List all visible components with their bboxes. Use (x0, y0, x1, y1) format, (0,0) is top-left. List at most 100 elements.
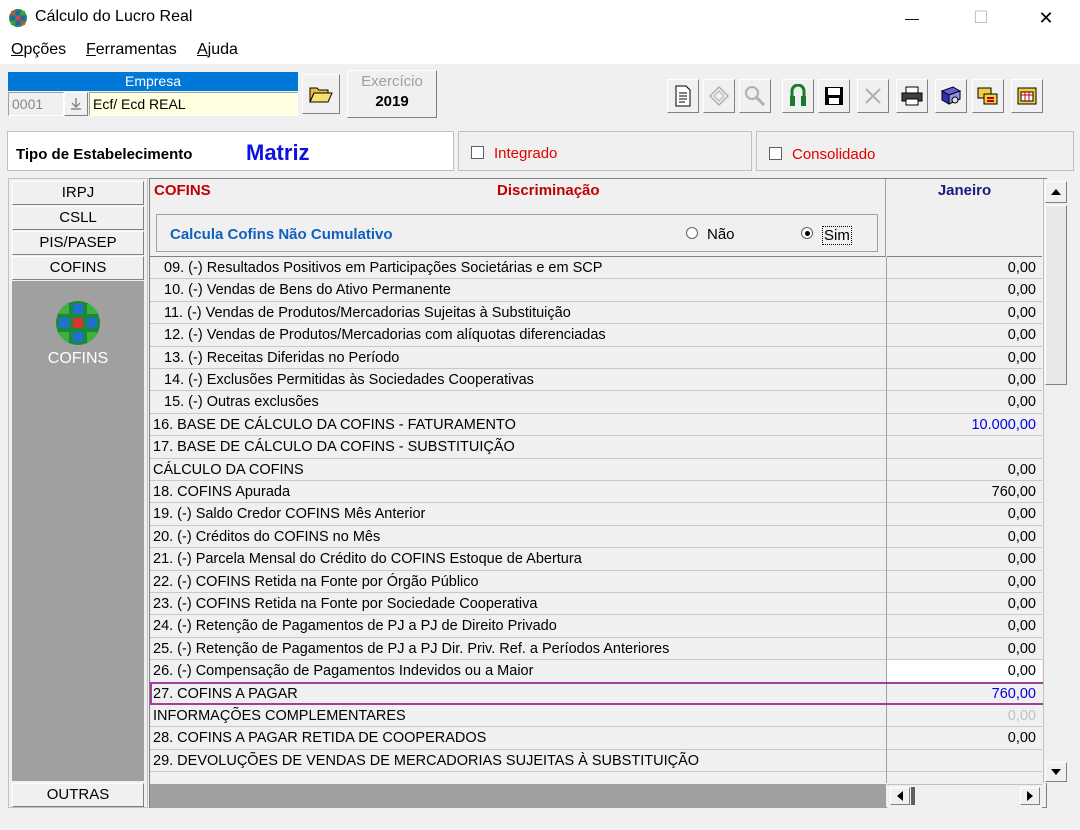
consolidado-label: Consolidado (792, 146, 876, 163)
grid-row-label: CÁLCULO DA COFINS (150, 458, 886, 481)
scroll-up-button[interactable] (1045, 181, 1067, 203)
scroll-left-button[interactable] (890, 787, 910, 805)
search-button[interactable] (739, 79, 771, 113)
grid-row-label: 17. BASE DE CÁLCULO DA COFINS - SUBSTITU… (150, 436, 886, 459)
export-button[interactable] (972, 79, 1004, 113)
empresa-dropdown-button[interactable] (64, 92, 88, 116)
open-empresa-button[interactable] (302, 74, 340, 114)
grid-row-value[interactable]: 0,00 (887, 660, 1042, 683)
grid-row-label: 22. (-) COFINS Retida na Fonte por Órgão… (150, 570, 886, 593)
grid-row-value[interactable]: 0,00 (887, 391, 1042, 414)
grid-row-value[interactable] (887, 436, 1042, 459)
grid-row-value[interactable]: 760,00 (887, 481, 1042, 504)
grid-row-label: 21. (-) Parcela Mensal do Crédito do COF… (150, 548, 886, 571)
new-document-button[interactable] (667, 79, 699, 113)
help-book-icon (940, 86, 962, 105)
folders-icon (977, 87, 998, 105)
estabelecimento-value: Matriz (246, 140, 310, 165)
padlock-icon (790, 84, 806, 106)
grid-row-value[interactable]: 0,00 (887, 279, 1042, 302)
grid-row-value[interactable]: 0,00 (887, 548, 1042, 571)
grid-row-label: 14. (-) Exclusões Permitidas às Sociedad… (150, 369, 886, 392)
tab-cofins[interactable]: COFINS (12, 256, 144, 280)
empresa-label: Empresa (8, 72, 298, 91)
menu-opcoes-label: pções (23, 41, 67, 58)
grid-row-value[interactable]: 10.000,00 (887, 413, 1042, 437)
grid-row-value[interactable]: 0,00 (887, 324, 1042, 347)
window-title: Cálculo do Lucro Real (35, 8, 193, 25)
radio-sim-dot (804, 230, 810, 236)
radio-sim[interactable] (801, 227, 813, 239)
calendar-button[interactable] (1011, 79, 1043, 113)
grid-row-value[interactable]: 0,00 (887, 727, 1042, 750)
grid-row-value[interactable]: 0,00 (887, 503, 1042, 526)
help-button[interactable] (935, 79, 967, 113)
hscroll-thumb[interactable] (911, 787, 915, 805)
maximize-button[interactable]: ☐ (958, 0, 1004, 36)
grid-row-value[interactable]: 0,00 (887, 570, 1042, 593)
calc-nao-cumulativo-label: Calcula Cofins Não Cumulativo (170, 226, 393, 243)
save-button[interactable] (818, 79, 850, 113)
arrow-left-icon (897, 791, 903, 801)
grid-row-value[interactable]: 0,00 (887, 301, 1042, 325)
grid-row-label: 09. (-) Resultados Positivos em Particip… (150, 257, 886, 280)
floppy-disk-icon (825, 87, 843, 105)
grid-row-label: INFORMAÇÕES COMPLEMENTARES (150, 705, 886, 728)
grid-row-value[interactable]: 0,00 (887, 369, 1042, 392)
document-icon (675, 85, 691, 107)
minimize-button[interactable]: — (889, 0, 935, 36)
grid-row-label: 12. (-) Vendas de Produtos/Mercadorias c… (150, 324, 886, 347)
menu-opcoes-hotkey: O (11, 41, 24, 58)
consolidado-checkbox[interactable] (769, 147, 782, 160)
grid-row-label: 13. (-) Receitas Diferidas no Período (150, 346, 886, 369)
scroll-down-button[interactable] (1045, 762, 1067, 782)
radio-nao[interactable] (686, 227, 698, 239)
grid-row-value[interactable]: 0,00 (887, 257, 1042, 280)
empresa-code-field[interactable]: 0001 (8, 92, 64, 116)
folder-open-icon (309, 87, 333, 103)
arrow-down-icon (71, 98, 81, 110)
close-button[interactable]: ✕ (1023, 0, 1069, 36)
menu-opcoes[interactable]: Opções (11, 41, 66, 59)
arrow-down-small-icon (1051, 769, 1061, 775)
grid-row-value[interactable]: 0,00 (887, 615, 1042, 638)
tab-outras[interactable]: OUTRAS (12, 783, 144, 807)
grid-footer (150, 784, 886, 808)
exercicio-year: 2019 (375, 93, 409, 110)
radio-nao-label: Não (707, 226, 735, 243)
scroll-thumb[interactable] (1045, 205, 1067, 385)
menu-ajuda-hotkey: A (197, 41, 208, 58)
grid-row-value[interactable]: 0,00 (887, 346, 1042, 369)
grid-row-value[interactable]: 0,00 (887, 593, 1042, 616)
grid-row-value[interactable]: 0,00 (887, 458, 1042, 481)
print-button[interactable] (896, 79, 928, 113)
grid-row-value[interactable]: 0,00 (887, 705, 1042, 728)
tab-irpj[interactable]: IRPJ (12, 181, 144, 205)
tab-pis-pasep[interactable]: PIS/PASEP (12, 231, 144, 255)
grid-row-label: 26. (-) Compensação de Pagamentos Indevi… (150, 660, 886, 683)
menu-ferramentas-hotkey: F (86, 41, 96, 58)
grid-row-label: 25. (-) Retenção de Pagamentos de PJ a P… (150, 637, 886, 661)
grid-row-label: 28. COFINS A PAGAR RETIDA DE COOPERADOS (150, 727, 886, 750)
integrado-checkbox[interactable] (471, 146, 484, 159)
x-icon (865, 88, 881, 104)
grid-row-value[interactable] (887, 749, 1042, 773)
delete-button[interactable] (857, 79, 889, 113)
close-icon: ✕ (1038, 7, 1054, 28)
menu-ferramentas-label: erramentas (95, 41, 177, 58)
grid-row-label: 20. (-) Créditos do COFINS no Mês (150, 525, 886, 549)
grid-row-value[interactable]: 0,00 (887, 525, 1042, 549)
empresa-name-field[interactable]: Ecf/ Ecd REAL (89, 92, 298, 116)
menu-ajuda[interactable]: Ajuda (197, 41, 238, 59)
calendar-icon (1017, 87, 1037, 105)
grid-row-value[interactable]: 0,00 (887, 637, 1042, 661)
grid-row-label: 15. (-) Outras exclusões (150, 391, 886, 414)
diamond-icon (708, 85, 730, 107)
unlock-button[interactable] (782, 79, 814, 113)
tab-csll[interactable]: CSLL (12, 206, 144, 230)
scroll-right-button[interactable] (1020, 787, 1040, 805)
printer-icon (901, 86, 923, 106)
menu-ferramentas[interactable]: Ferramentas (86, 41, 177, 59)
diamond-tool-button[interactable] (703, 79, 735, 113)
maximize-icon: ☐ (973, 8, 989, 27)
